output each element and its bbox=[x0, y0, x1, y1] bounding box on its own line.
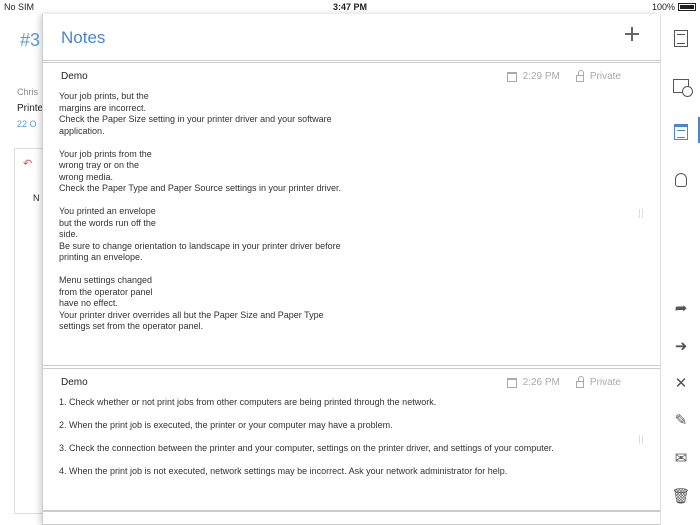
lock-icon bbox=[575, 375, 584, 388]
clock-label: 3:47 PM bbox=[332, 2, 367, 12]
add-note-button[interactable] bbox=[624, 26, 640, 42]
ticket-subject: Printe bbox=[17, 103, 44, 114]
drag-handle-icon[interactable] bbox=[639, 435, 643, 444]
note-item[interactable]: Demo 2:29 PM Private Your job prints, bu… bbox=[43, 62, 661, 366]
note-body: 1. Check whether or not print jobs from … bbox=[59, 397, 554, 476]
note-meta: 2:29 PM Private bbox=[506, 69, 621, 82]
notes-panel: Notes Demo 2:29 PM Private Your job prin… bbox=[42, 14, 661, 525]
lock-icon bbox=[575, 69, 584, 82]
notes-header: Notes bbox=[43, 14, 660, 61]
note-time: 2:29 PM bbox=[522, 71, 560, 82]
notes-icon[interactable] bbox=[669, 120, 693, 144]
note-author: Demo bbox=[61, 71, 88, 82]
note-item[interactable]: Demo 2:26 PM Private 1. Check whether or… bbox=[43, 368, 661, 511]
battery-icon bbox=[678, 3, 696, 11]
history-icon[interactable] bbox=[669, 74, 693, 98]
notes-title: Notes bbox=[61, 28, 106, 47]
battery-indicator: 100% bbox=[652, 2, 696, 12]
message-preview: N bbox=[33, 193, 40, 203]
ticket-requester: Chris bbox=[17, 87, 39, 97]
document-icon[interactable] bbox=[669, 26, 693, 50]
status-bar: No SIM 3:47 PM 100% bbox=[0, 0, 700, 14]
note-meta: 2:26 PM Private bbox=[506, 375, 621, 388]
note-author: Demo bbox=[61, 377, 88, 388]
trash-icon[interactable]: 🗑 bbox=[669, 484, 693, 508]
ticket-date: 22 O bbox=[17, 119, 37, 129]
calendar-icon bbox=[506, 377, 517, 388]
note-time: 2:26 PM bbox=[522, 377, 560, 388]
mail-icon[interactable]: ✉ bbox=[669, 446, 693, 470]
edit-icon[interactable]: ✎ bbox=[669, 408, 693, 432]
note-item[interactable] bbox=[43, 511, 661, 525]
note-visibility: Private bbox=[589, 71, 621, 82]
lightbulb-icon[interactable] bbox=[669, 168, 693, 192]
reply-icon[interactable]: ↶ bbox=[23, 157, 32, 170]
calendar-icon bbox=[506, 71, 517, 82]
ticket-number: #3 bbox=[20, 30, 41, 50]
assign-icon[interactable]: ➜ bbox=[669, 334, 693, 358]
action-rail: ➦ ➜ ✕ ✎ ✉ 🗑 bbox=[660, 14, 700, 525]
battery-label: 100% bbox=[651, 2, 675, 12]
note-body: Your job prints, but the margins are inc… bbox=[59, 91, 341, 331]
forward-icon[interactable]: ➦ bbox=[669, 296, 693, 320]
drag-handle-icon[interactable] bbox=[639, 209, 643, 218]
note-visibility: Private bbox=[589, 377, 621, 388]
close-icon[interactable]: ✕ bbox=[669, 371, 693, 395]
